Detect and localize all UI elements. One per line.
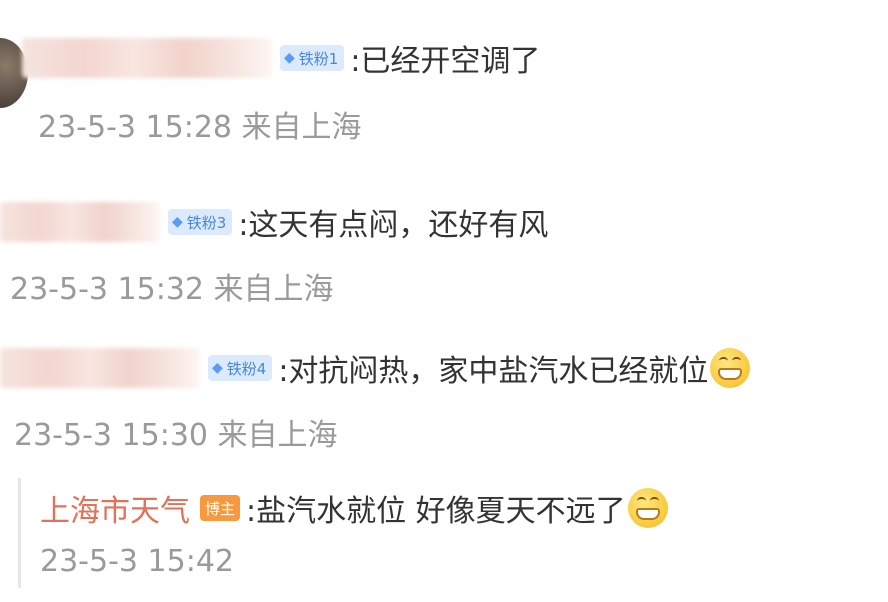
fan-badge-label: 铁粉3 xyxy=(186,213,227,232)
grin-emoji-icon xyxy=(627,488,668,528)
username-blurred[interactable] xyxy=(22,38,272,78)
reply-divider xyxy=(18,478,21,588)
fan-badge[interactable]: ◆ 铁粉1 xyxy=(280,45,345,71)
reply-author[interactable]: 上海市天气 xyxy=(40,486,190,530)
comment-text: :对抗闷热，家中盐汽水已经就位 xyxy=(278,354,709,389)
username-blurred[interactable] xyxy=(0,348,200,388)
owner-badge: 博主 xyxy=(200,495,241,521)
comment-time: 23-5-3 15:28 xyxy=(38,110,232,145)
diamond-icon: ◆ xyxy=(172,214,183,230)
reply-meta: 23-5-3 15:42 xyxy=(40,544,234,579)
comment-1-header: ◆ 铁粉1 :已经开空调了 xyxy=(22,36,540,80)
comment-location: 来自上海 xyxy=(213,272,334,307)
comment-3-header: ◆ 铁粉4 :对抗闷热，家中盐汽水已经就位 xyxy=(0,346,751,390)
comment-time: 23-5-3 15:30 xyxy=(14,418,208,453)
comment-location: 来自上海 xyxy=(241,110,362,145)
fan-badge[interactable]: ◆ 铁粉3 xyxy=(168,209,233,235)
comment-meta: 23-5-3 15:28 来自上海 xyxy=(38,102,362,146)
fan-badge-label: 铁粉1 xyxy=(298,49,339,68)
comment-time: 23-5-3 15:32 xyxy=(10,272,204,307)
diamond-icon: ◆ xyxy=(284,50,295,66)
grin-emoji-icon xyxy=(710,348,751,388)
comment-location: 来自上海 xyxy=(217,418,338,453)
diamond-icon: ◆ xyxy=(212,360,223,376)
username-blurred[interactable] xyxy=(0,202,160,242)
comment-text: :已经开空调了 xyxy=(350,44,541,79)
reply-header: 上海市天气 博主 :盐汽水就位 好像夏天不远了 xyxy=(40,486,668,530)
reply-text: :盐汽水就位 好像夏天不远了 xyxy=(246,494,626,529)
comment-text: :这天有点闷，还好有风 xyxy=(238,208,549,243)
comment-meta: 23-5-3 15:32 来自上海 xyxy=(10,264,334,308)
comment-meta: 23-5-3 15:30 来自上海 xyxy=(14,410,338,454)
reply-time: 23-5-3 15:42 xyxy=(40,544,234,579)
fan-badge[interactable]: ◆ 铁粉4 xyxy=(208,355,273,381)
comment-2-header: ◆ 铁粉3 :这天有点闷，还好有风 xyxy=(0,200,548,244)
fan-badge-label: 铁粉4 xyxy=(226,359,267,378)
